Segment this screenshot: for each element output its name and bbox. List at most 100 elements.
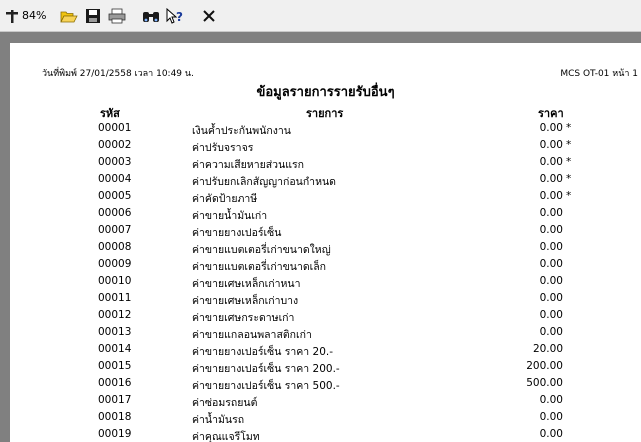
print-button[interactable]: [106, 4, 128, 28]
row-description: ค่าขายยางเปอร์เซ็น: [192, 227, 282, 239]
row-code: 00018: [98, 411, 132, 423]
row-code: 00019: [98, 428, 132, 440]
row-code: 00001: [98, 122, 132, 134]
close-icon: [203, 9, 216, 22]
report-title: ข้อมูลรายการรายรับอื่นๆ: [256, 85, 395, 100]
row-code: 00008: [98, 241, 132, 253]
row-code: 00015: [98, 360, 132, 372]
find-button[interactable]: [140, 4, 162, 28]
row-amount: 0.00: [539, 139, 563, 151]
report-rows: 00001 เงินค้ำประกันพนักงาน 0.00 * 00002 ค่าปร…: [10, 121, 641, 442]
row-code: 00010: [98, 275, 132, 287]
row-amount: 0.00: [539, 326, 563, 338]
row-mark: *: [566, 190, 572, 202]
row-amount: 0.00: [539, 173, 563, 185]
row-code: 00012: [98, 309, 132, 321]
find-icon: [143, 11, 160, 22]
table-row: 00014 ค่าขายยางเปอร์เซ็น ราคา 20.- 20.00: [10, 342, 641, 359]
row-code: 00016: [98, 377, 132, 389]
row-description: ค่าปรับยกเลิกสัญญาก่อนกำหนด: [192, 176, 336, 188]
row-description: ค่าปรับจราจร: [192, 142, 254, 154]
column-header-amount: ราคา: [538, 107, 564, 120]
row-code: 00014: [98, 343, 132, 355]
table-row: 00009 ค่าขายแบตเตอรี่เก่าขนาดเล็ก 0.00: [10, 257, 641, 274]
close-button[interactable]: [198, 4, 220, 28]
row-amount: 0.00: [539, 190, 563, 202]
table-row: 00013 ค่าขายแกลอนพลาสติกเก่า 0.00: [10, 325, 641, 342]
row-amount: 20.00: [532, 343, 563, 355]
open-button[interactable]: [58, 4, 80, 28]
table-row: 00018 ค่าน้ำมันรถ 0.00: [10, 410, 641, 427]
row-description: ค่าซ่อมรถยนต์: [192, 397, 258, 409]
row-description: ค่าขายแกลอนพลาสติกเก่า: [192, 329, 312, 341]
save-button[interactable]: [82, 4, 104, 28]
row-code: 00011: [98, 292, 132, 304]
table-row: 00017 ค่าซ่อมรถยนต์ 0.00: [10, 393, 641, 410]
row-amount: 0.00: [539, 394, 563, 406]
row-code: 00005: [98, 190, 132, 202]
print-icon: [109, 8, 126, 23]
row-code: 00003: [98, 156, 132, 168]
table-row: 00005 ค่าคัดป้ายภาษี 0.00 *: [10, 189, 641, 206]
row-code: 00006: [98, 207, 132, 219]
row-amount: 500.00: [526, 377, 563, 389]
row-amount: 0.00: [539, 224, 563, 236]
table-row: 00019 ค่าคุณแจรีโมท 0.00: [10, 427, 641, 442]
report-page: วันที่พิมพ์ 27/01/2558 เวลา 10:49 น. MCS…: [10, 43, 641, 442]
row-mark: *: [566, 139, 572, 151]
row-amount: 0.00: [539, 411, 563, 423]
row-description: ค่าขายยางเปอร์เซ็น ราคา 500.-: [192, 380, 340, 392]
row-mark: *: [566, 173, 572, 185]
row-description: ค่าขายแบตเตอรี่เก่าขนาดใหญ่: [192, 244, 331, 256]
row-amount: 200.00: [526, 360, 563, 372]
table-row: 00004 ค่าปรับยกเลิกสัญญาก่อนกำหนด 0.00 *: [10, 172, 641, 189]
row-amount: 0.00: [539, 292, 563, 304]
open-icon: [60, 11, 79, 22]
table-row: 00010 ค่าขายเศษเหล็กเก่าหนา 0.00: [10, 274, 641, 291]
table-row: 00003 ค่าความเสียหายส่วนแรก 0.00 *: [10, 155, 641, 172]
help-button[interactable]: ?: [164, 4, 186, 28]
help-icon: ?: [166, 7, 183, 24]
column-header-code: รหัส: [100, 107, 120, 120]
row-description: ค่าขายยางเปอร์เซ็น ราคา 200.-: [192, 363, 340, 375]
zoom-button[interactable]: 84%: [5, 4, 46, 28]
table-row: 00008 ค่าขายแบตเตอรี่เก่าขนาดใหญ่ 0.00: [10, 240, 641, 257]
row-description: ค่าคัดป้ายภาษี: [192, 193, 258, 205]
table-row: 00011 ค่าขายเศษเหล็กเก่าบาง 0.00: [10, 291, 641, 308]
row-code: 00004: [98, 173, 132, 185]
row-amount: 0.00: [539, 275, 563, 287]
print-date: วันที่พิมพ์ 27/01/2558 เวลา 10:49 น.: [42, 69, 194, 79]
row-description: ค่าขายน้ำมันเก่า: [192, 210, 268, 222]
row-mark: *: [566, 122, 572, 134]
row-description: ค่าความเสียหายส่วนแรก: [192, 159, 305, 171]
row-description: ค่าขายแบตเตอรี่เก่าขนาดเล็ก: [192, 261, 327, 273]
row-amount: 0.00: [539, 156, 563, 168]
row-description: ค่าน้ำมันรถ: [192, 414, 245, 426]
report-code-page: MCS OT-01 หน้า 1: [560, 69, 638, 79]
row-description: ค่าขายเศษเหล็กเก่าบาง: [192, 295, 299, 307]
table-row: 00001 เงินค้ำประกันพนักงาน 0.00 *: [10, 121, 641, 138]
row-code: 00017: [98, 394, 132, 406]
table-row: 00006 ค่าขายน้ำมันเก่า 0.00: [10, 206, 641, 223]
row-description: ค่าขายยางเปอร์เซ็น ราคา 20.-: [192, 346, 334, 358]
row-code: 00013: [98, 326, 132, 338]
row-amount: 0.00: [539, 428, 563, 440]
row-amount: 0.00: [539, 122, 563, 134]
report-toolbar: 84% ?: [0, 0, 641, 32]
row-description: เงินค้ำประกันพนักงาน: [192, 125, 291, 137]
zoom-icon: [6, 9, 18, 23]
row-code: 00002: [98, 139, 132, 151]
row-amount: 0.00: [539, 258, 563, 270]
table-row: 00016 ค่าขายยางเปอร์เซ็น ราคา 500.- 500.00: [10, 376, 641, 393]
table-row: 00002 ค่าปรับจราจร 0.00 *: [10, 138, 641, 155]
row-description: ค่าคุณแจรีโมท: [192, 431, 260, 442]
zoom-level: 84%: [22, 9, 47, 22]
report-viewer[interactable]: วันที่พิมพ์ 27/01/2558 เวลา 10:49 น. MCS…: [0, 32, 641, 442]
row-code: 00007: [98, 224, 132, 236]
row-code: 00009: [98, 258, 132, 270]
row-amount: 0.00: [539, 207, 563, 219]
svg-text:?: ?: [176, 10, 183, 24]
row-description: ค่าขายเศษกระดาษเก่า: [192, 312, 295, 324]
table-row: 00007 ค่าขายยางเปอร์เซ็น 0.00: [10, 223, 641, 240]
table-row: 00015 ค่าขายยางเปอร์เซ็น ราคา 200.- 200.00: [10, 359, 641, 376]
